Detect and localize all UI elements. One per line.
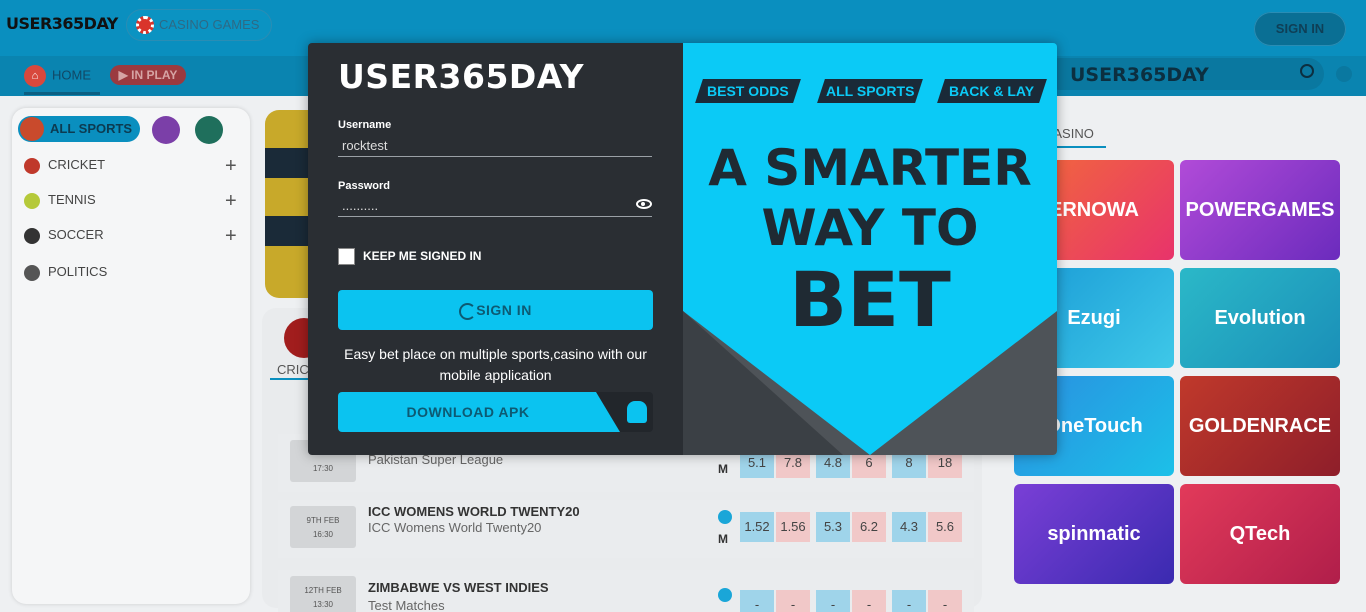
tag-all-sports: ALL SPORTS [817, 79, 923, 103]
keep-signed-in-label: KEEP ME SIGNED IN [363, 249, 482, 263]
android-icon [627, 401, 647, 423]
modal-logo: USER365DAY [338, 57, 585, 96]
promo-banner: BEST ODDS ALL SPORTS BACK & LAY A SMARTE… [683, 43, 1057, 455]
promo-text: Easy bet place on multiple sports,casino… [344, 346, 647, 383]
download-apk-button[interactable]: DOWNLOAD APK [338, 392, 653, 432]
login-modal: USER365DAY Username Password KEEP ME SIG… [308, 43, 1057, 455]
show-password-icon[interactable] [636, 199, 652, 209]
sign-in-label: SIGN IN [476, 302, 532, 318]
password-label: Password [338, 180, 390, 192]
username-label: Username [338, 119, 392, 131]
tag-label: BEST ODDS [707, 83, 789, 99]
sign-in-button[interactable]: SIGN IN [338, 290, 653, 330]
loading-spinner-icon [459, 302, 477, 320]
tag-best-odds: BEST ODDS [695, 79, 801, 103]
keep-signed-in-checkbox[interactable] [338, 248, 355, 265]
tag-label: ALL SPORTS [825, 83, 915, 99]
tag-label: BACK & LAY [949, 83, 1035, 99]
headline-line-3: BET [789, 255, 951, 344]
headline-line-2: WAY TO [761, 199, 979, 257]
username-field[interactable] [338, 135, 652, 157]
headline-line-1: A SMARTER [708, 139, 1032, 197]
download-apk-label: DOWNLOAD APK [406, 404, 530, 420]
tag-back-lay: BACK & LAY [937, 79, 1047, 103]
password-field[interactable] [338, 195, 652, 217]
login-form-panel: USER365DAY Username Password KEEP ME SIG… [308, 43, 683, 455]
